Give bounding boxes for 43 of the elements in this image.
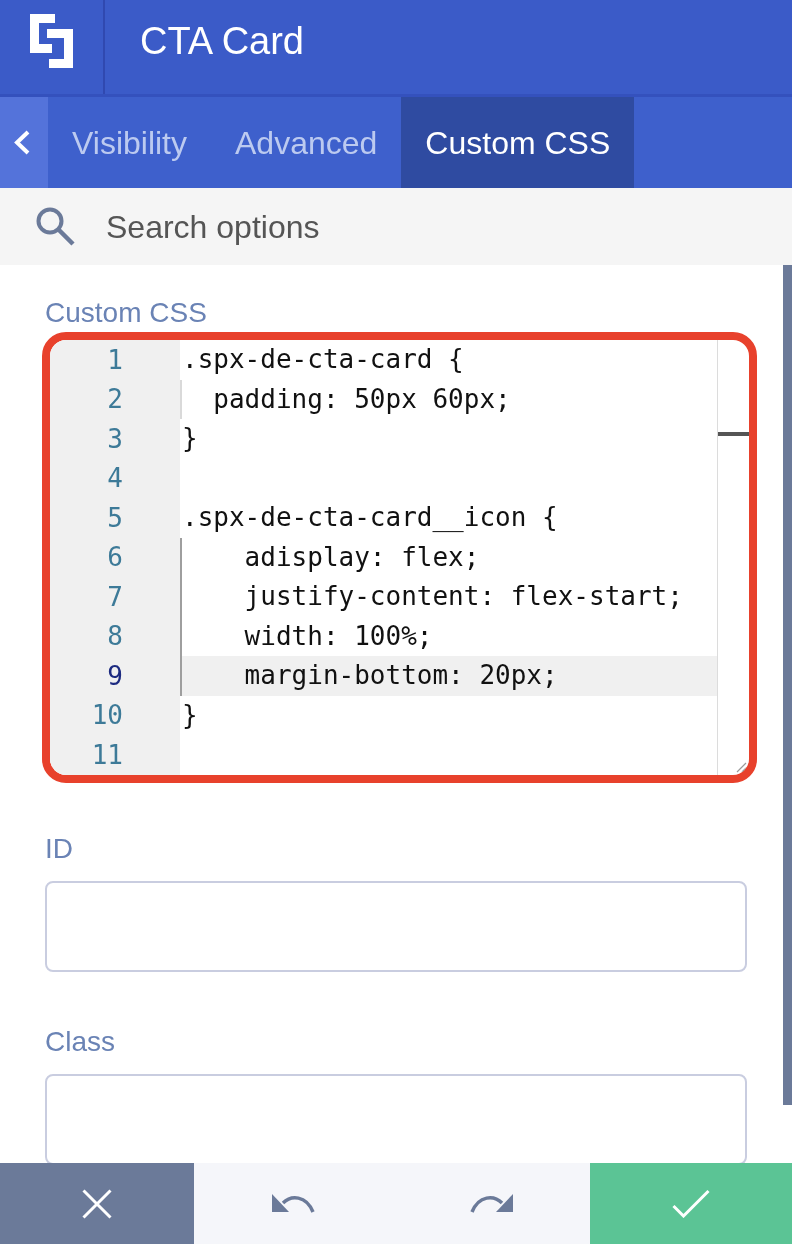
line-number: 11 [91,739,123,770]
line-number: 3 [107,423,123,454]
redo-icon [469,1194,513,1213]
scrollbar-thumb[interactable] [718,432,749,436]
line-number: 5 [107,502,123,533]
line-number: 1 [107,344,123,375]
input-field[interactable] [45,1074,747,1163]
field-label: Class [45,1026,115,1058]
code-editor[interactable]: 1 2 3 4 5 6 7 8 9 10 11 .spx-de-cta-card { padding: 50px 60px; } .spx-de-cta-card__icon { adisplay: flex; justify-content: flex-start; width: 100%; margin-bottom: 20px; } [42,332,757,783]
code-line: } [181,698,199,732]
confirm-button[interactable] [590,1163,792,1244]
check-icon [672,1189,710,1218]
field-label: ID [45,833,73,865]
code-line: padding: 50px 60px; [180,379,717,419]
field-label: Custom CSS [45,297,207,329]
line-number: 2 [107,384,123,415]
close-icon [82,1188,112,1219]
undo-button[interactable] [194,1163,392,1244]
chevron-left-icon [14,130,30,155]
input-field[interactable] [45,881,747,972]
search-input[interactable]: Search options [106,204,626,249]
tab[interactable]: Custom CSS [401,97,635,188]
code-line: justify-content: flex-start; [180,577,717,617]
code-line: .spx-de-cta-card { [181,343,465,376]
scrollbar-thumb[interactable] [783,265,792,1105]
code-line: } [181,422,199,455]
search-field[interactable]: Search options [0,188,792,265]
code-line: .spx-de-cta-card__icon { [181,501,559,534]
line-number: 6 [107,542,123,573]
code-line: adisplay: flex; [180,537,717,577]
back-button[interactable] [0,97,48,188]
line-number: 10 [91,700,123,731]
panel-title: CTA Card [140,20,304,62]
line-number: 4 [107,463,123,494]
search-icon [35,207,75,246]
line-number: 8 [107,621,123,652]
redo-button[interactable] [392,1163,590,1244]
undo-icon [271,1194,315,1213]
line-number: 7 [107,581,123,612]
line-number: 9 [107,660,123,691]
resize-handle-icon[interactable] [736,762,747,773]
logo-icon [30,14,73,68]
cancel-button[interactable] [0,1163,194,1244]
